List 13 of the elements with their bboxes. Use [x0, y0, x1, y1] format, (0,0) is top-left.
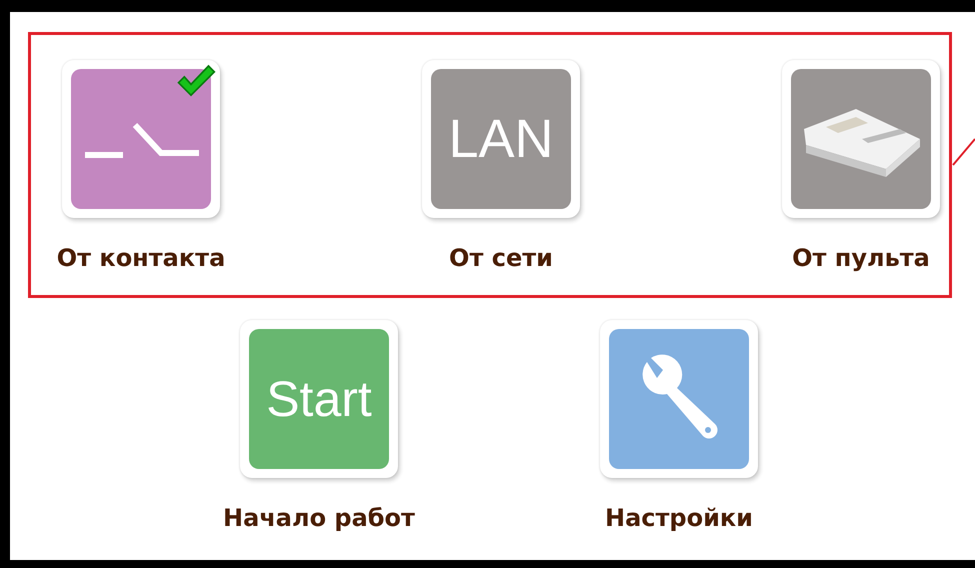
trigger-tile[interactable] [62, 60, 220, 218]
tile-label: От контакта [56, 244, 226, 272]
action-tile[interactable] [600, 320, 758, 478]
action-tile[interactable]: Start [240, 320, 398, 478]
checkmark-icon [176, 64, 216, 98]
trigger-tile[interactable] [782, 60, 940, 218]
tile-label: Настройки [604, 504, 753, 532]
tile-text: Start [266, 370, 372, 428]
tile-label: От сети [449, 244, 553, 272]
tile-text: LAN [448, 108, 554, 170]
tile-label: Начало работ [223, 504, 415, 532]
tile-label: От пульта [792, 244, 930, 272]
trigger-tile[interactable]: LAN [422, 60, 580, 218]
